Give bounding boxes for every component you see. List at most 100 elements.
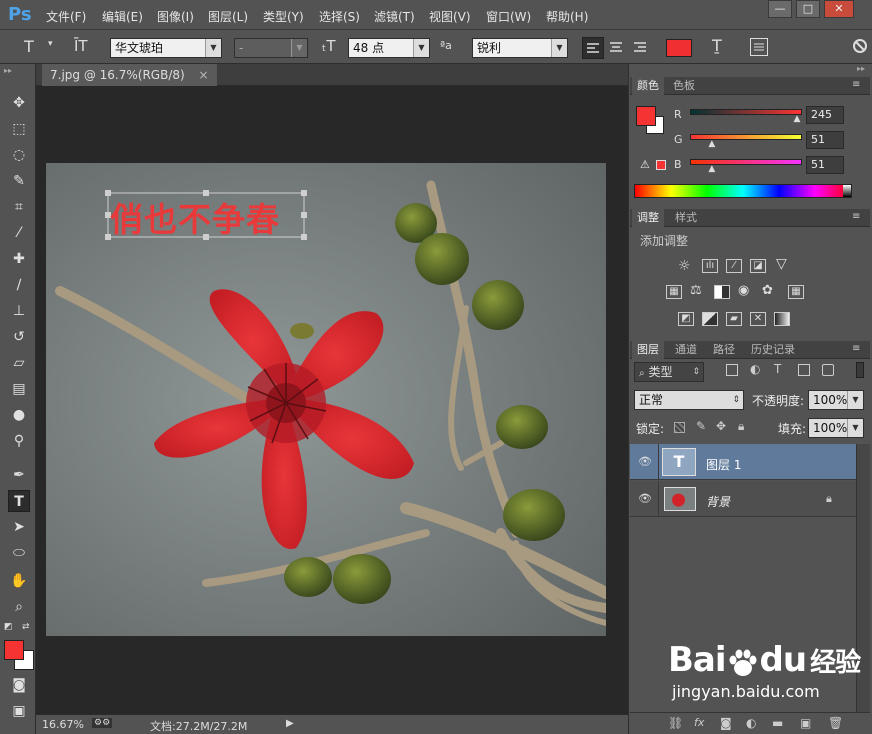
align-center-button[interactable] <box>606 37 628 59</box>
fx-icon[interactable]: fx <box>694 716 704 729</box>
fill-input[interactable]: 100% ▼ <box>808 418 864 438</box>
delete-layer-icon[interactable]: 🗑︎ <box>828 716 843 730</box>
blur-tool-icon[interactable]: ● <box>8 404 30 426</box>
zoom-level[interactable]: 16.67% <box>42 718 84 731</box>
layer-row-text[interactable]: 👁︎ T 图层 1 <box>630 444 856 480</box>
panel-menu-icon[interactable]: ≡ <box>852 211 860 222</box>
filter-toggle[interactable] <box>856 362 864 378</box>
gamut-warning-icon[interactable]: ⚠ <box>640 158 650 171</box>
toggle-orientation-icon[interactable]: ĪT <box>74 37 88 55</box>
character-panel-button[interactable] <box>750 38 768 56</box>
lasso-tool-icon[interactable]: ◌ <box>8 144 30 166</box>
antialias-select[interactable]: 锐利 ▼ <box>472 38 568 58</box>
levels-adjust-icon[interactable]: ılı <box>702 259 718 273</box>
menu-layer[interactable]: 图层(L) <box>208 8 248 25</box>
panel-menu-icon[interactable]: ≡ <box>852 343 860 354</box>
layer-row-background[interactable]: 👁︎ 背景 🔒︎ <box>630 481 856 517</box>
channel-r-value[interactable]: 245 <box>806 106 844 124</box>
vibrance-adjust-icon[interactable]: ▽ <box>776 256 787 272</box>
layer-name[interactable]: 图层 1 <box>706 456 741 473</box>
restore-button[interactable]: □ <box>796 0 820 18</box>
lock-all-icon[interactable]: 🔒︎ <box>738 419 744 434</box>
eyedropper-tool-icon[interactable]: ⁄ <box>8 222 30 244</box>
tab-paths[interactable]: 路径 <box>708 341 740 359</box>
color-lookup-adjust-icon[interactable]: ▦ <box>788 285 804 299</box>
lock-position-icon[interactable]: ✥ <box>716 419 726 433</box>
swap-colors-icon[interactable]: ⇄ <box>22 622 30 632</box>
align-left-button[interactable] <box>582 37 604 59</box>
curves-adjust-icon[interactable]: ⁄ <box>726 259 742 273</box>
quick-select-tool-icon[interactable]: ✎ <box>8 170 30 192</box>
channel-g-slider[interactable] <box>690 134 802 140</box>
cancel-icon[interactable] <box>852 38 868 54</box>
path-select-tool-icon[interactable]: ➤ <box>8 516 30 538</box>
healing-brush-tool-icon[interactable]: ✚ <box>8 248 30 270</box>
panel-menu-icon[interactable]: ≡ <box>852 79 860 90</box>
preset-dropdown-icon[interactable]: ▾ <box>48 39 53 49</box>
exposure-adjust-icon[interactable]: ◪ <box>750 259 766 273</box>
text-layer-content[interactable]: 俏也不争春 <box>110 193 280 241</box>
document-tab[interactable]: 7.jpg @ 16.7%(RGB/8) × <box>42 64 217 86</box>
collapse-icon[interactable]: ▸▸ <box>857 64 865 73</box>
filter-smart-icon[interactable] <box>822 364 834 376</box>
lock-pixels-icon[interactable]: ✎ <box>696 419 706 433</box>
marquee-tool-icon[interactable]: ⬚ <box>8 118 30 140</box>
close-button[interactable]: ✕ <box>824 0 854 18</box>
pen-tool-icon[interactable]: ✒ <box>8 464 30 486</box>
history-brush-tool-icon[interactable]: ↺ <box>8 326 30 348</box>
slider-thumb-icon[interactable]: ▲ <box>708 164 715 174</box>
zoom-tool-icon[interactable]: ⌕ <box>8 596 30 618</box>
link-layers-icon[interactable]: ⛓ <box>668 716 683 730</box>
move-tool-icon[interactable]: ✥ <box>8 92 30 114</box>
menu-image[interactable]: 图像(I) <box>157 8 194 25</box>
menu-select[interactable]: 选择(S) <box>319 8 360 25</box>
layer-name[interactable]: 背景 <box>706 493 730 510</box>
eye-icon[interactable]: 👁︎ <box>638 492 652 506</box>
document-canvas[interactable]: 俏也不争春 <box>46 163 606 636</box>
eye-icon[interactable]: 👁︎ <box>638 455 652 469</box>
crop-tool-icon[interactable]: ⌗ <box>8 196 30 218</box>
gamut-color-swatch[interactable] <box>656 160 666 170</box>
channel-b-value[interactable]: 51 <box>806 156 844 174</box>
color-spectrum-bar[interactable] <box>634 184 852 198</box>
menu-file[interactable]: 文件(F) <box>46 8 86 25</box>
filter-shape-icon[interactable] <box>798 364 810 376</box>
gradient-map-adjust-icon[interactable] <box>774 312 790 326</box>
invert-adjust-icon[interactable]: ◩ <box>678 312 694 326</box>
color-balance-adjust-icon[interactable]: ⚖ <box>690 283 702 298</box>
tab-layers[interactable]: 图层 <box>632 341 664 359</box>
selective-color-adjust-icon[interactable]: ✕ <box>750 312 766 326</box>
hue-saturation-adjust-icon[interactable]: ▦ <box>666 285 682 299</box>
dodge-tool-icon[interactable]: ⚲ <box>8 430 30 452</box>
blend-mode-select[interactable]: 正常 ⇕ <box>634 390 744 410</box>
menu-type[interactable]: 类型(Y) <box>263 8 304 25</box>
tab-channels[interactable]: 通道 <box>670 341 702 359</box>
channel-b-slider[interactable] <box>690 159 802 165</box>
clone-stamp-tool-icon[interactable]: ⊥ <box>8 300 30 322</box>
layer-filter-select[interactable]: ⌕ 类型 ⇕ <box>634 362 704 382</box>
channel-mixer-adjust-icon[interactable]: ✿ <box>762 283 773 298</box>
new-group-icon[interactable]: ▬ <box>772 716 783 730</box>
brush-tool-icon[interactable]: ∕ <box>8 274 30 296</box>
posterize-adjust-icon[interactable] <box>702 312 718 326</box>
font-style-select[interactable]: - ▼ <box>234 38 308 58</box>
slider-thumb-icon[interactable]: ▲ <box>794 114 801 124</box>
channel-g-value[interactable]: 51 <box>806 131 844 149</box>
threshold-adjust-icon[interactable]: ▰ <box>726 312 742 326</box>
photo-filter-adjust-icon[interactable]: ◉ <box>738 283 749 298</box>
text-color-swatch[interactable] <box>666 39 692 57</box>
opacity-input[interactable]: 100% ▼ <box>808 390 864 410</box>
slider-thumb-icon[interactable]: ▲ <box>708 139 715 149</box>
tab-swatches[interactable]: 色板 <box>668 77 700 95</box>
new-layer-icon[interactable]: ▣ <box>800 716 811 730</box>
font-family-select[interactable]: 华文琥珀 ▼ <box>110 38 222 58</box>
filter-type-icon[interactable]: T <box>774 362 781 376</box>
align-right-button[interactable] <box>630 37 652 59</box>
default-colors-icon[interactable]: ◩ <box>4 622 13 632</box>
status-menu-icon[interactable]: ▶ <box>286 718 294 729</box>
black-white-adjust-icon[interactable] <box>714 285 730 299</box>
tab-close-icon[interactable]: × <box>199 68 209 82</box>
color-panel-fg-swatch[interactable] <box>636 106 656 126</box>
eraser-tool-icon[interactable]: ▱ <box>8 352 30 374</box>
foreground-color-swatch[interactable] <box>4 640 24 660</box>
